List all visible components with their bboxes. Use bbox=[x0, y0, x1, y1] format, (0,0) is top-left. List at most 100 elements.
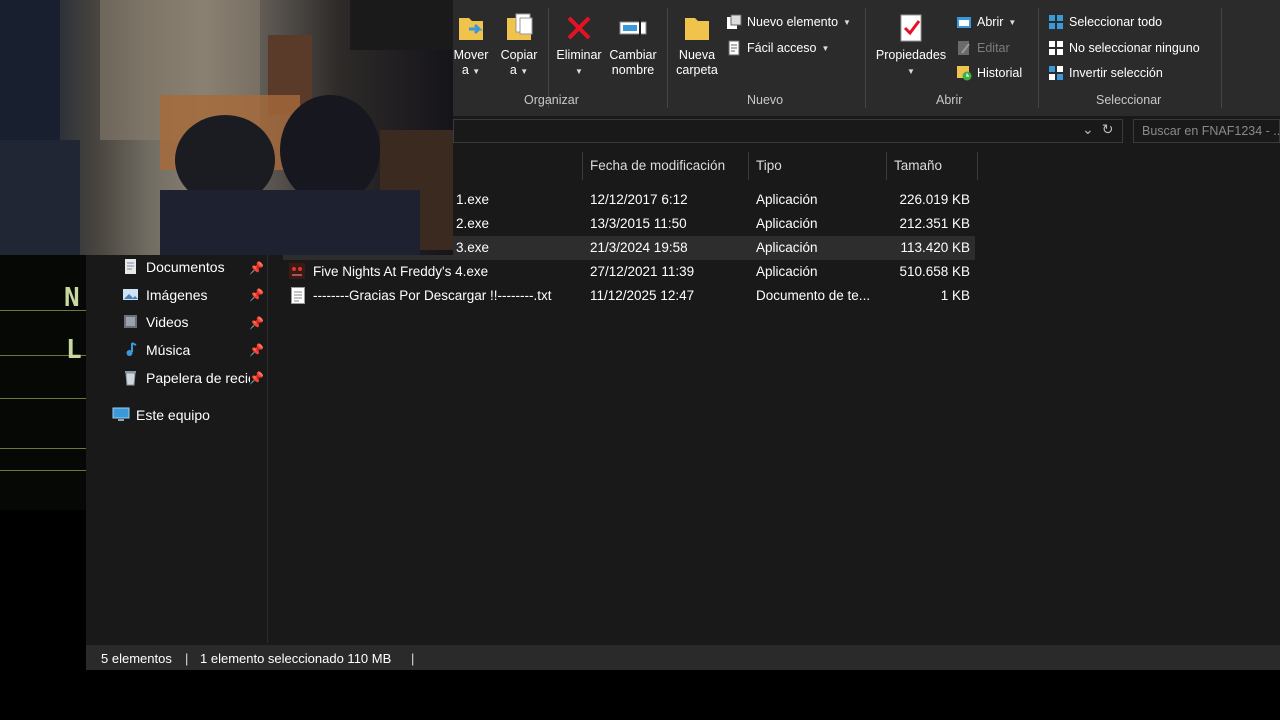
glitch-overlay: N L bbox=[0, 255, 86, 510]
nav-item-este-equipo[interactable]: Este equipo bbox=[112, 406, 210, 423]
select-none-button[interactable]: No seleccionar ninguno bbox=[1048, 39, 1200, 57]
search-input[interactable]: Buscar en FNAF1234 - ... bbox=[1133, 119, 1280, 143]
move-to-button[interactable]: Mover a ▼ bbox=[453, 12, 489, 79]
pin-icon[interactable]: 📌 bbox=[249, 288, 264, 302]
rename-button[interactable]: Cambiar nombre bbox=[606, 12, 660, 78]
properties-button[interactable]: Propiedades ▼ bbox=[872, 12, 950, 79]
chevron-down-icon: ▼ bbox=[472, 67, 481, 76]
pin-icon[interactable]: 📌 bbox=[249, 371, 264, 385]
column-divider bbox=[886, 152, 887, 180]
refresh-icon[interactable]: ↻ bbox=[1102, 121, 1114, 138]
edit-label: Editar bbox=[977, 41, 1010, 55]
column-header-size[interactable]: Tamaño bbox=[894, 158, 942, 173]
videos-icon bbox=[122, 313, 139, 330]
new-folder-icon bbox=[681, 12, 713, 44]
copy-to-label-2: a bbox=[509, 63, 517, 77]
file-size: 226.019 KB bbox=[899, 192, 970, 207]
copy-folder-icon bbox=[503, 12, 535, 44]
divider bbox=[865, 8, 866, 108]
column-header-date[interactable]: Fecha de modificación bbox=[590, 158, 725, 173]
file-date: 21/3/2024 19:58 bbox=[590, 240, 688, 255]
selection-info: 1 elemento seleccionado 110 MB bbox=[200, 651, 392, 666]
delete-label: Eliminar bbox=[556, 48, 602, 62]
new-folder-label: Nueva bbox=[678, 48, 716, 62]
ribbon: Mover a ▼ Copiar a ▼ Eliminar ▼ Cambiar … bbox=[453, 0, 1280, 116]
file-type: Aplicación bbox=[756, 240, 818, 255]
file-type: Aplicación bbox=[756, 264, 818, 279]
chevron-down-icon: ▼ bbox=[843, 17, 851, 27]
select-all-button[interactable]: Seleccionar todo bbox=[1048, 13, 1162, 31]
nav-item-label: Videos bbox=[146, 313, 189, 330]
group-label-organizar: Organizar bbox=[524, 93, 579, 107]
select-none-label: No seleccionar ninguno bbox=[1069, 41, 1200, 55]
pin-icon[interactable]: 📌 bbox=[249, 261, 264, 275]
move-to-label: Mover bbox=[453, 48, 489, 62]
rename-label-2: nombre bbox=[611, 63, 655, 77]
file-size: 1 KB bbox=[940, 288, 970, 303]
column-header-type[interactable]: Tipo bbox=[756, 158, 782, 173]
column-divider bbox=[748, 152, 749, 180]
address-controls: ⌄ ↻ bbox=[1082, 121, 1113, 138]
open-button[interactable]: Abrir ▼ bbox=[956, 13, 1016, 31]
history-icon bbox=[956, 65, 972, 81]
new-item-button[interactable]: Nuevo elemento ▼ bbox=[726, 13, 851, 31]
file-date: 27/12/2021 11:39 bbox=[590, 264, 695, 279]
properties-icon bbox=[895, 12, 927, 44]
file-size: 113.420 KB bbox=[900, 240, 970, 255]
nav-item-label: Imágenes bbox=[146, 286, 208, 303]
open-label: Abrir bbox=[977, 15, 1004, 29]
nav-item-documentos[interactable]: Documentos bbox=[122, 258, 225, 275]
nav-item-label: Papelera de recic bbox=[146, 369, 250, 386]
rename-label: Cambiar bbox=[609, 48, 657, 62]
nav-item-videos[interactable]: Videos bbox=[122, 313, 189, 330]
copy-to-button[interactable]: Copiar a ▼ bbox=[497, 12, 541, 79]
new-item-label: Nuevo elemento bbox=[747, 15, 839, 29]
easy-access-button[interactable]: Fácil acceso ▼ bbox=[726, 39, 829, 57]
divider bbox=[667, 8, 668, 108]
chevron-down-icon: ▼ bbox=[821, 43, 830, 53]
new-folder-button[interactable]: Nueva carpeta bbox=[672, 12, 722, 78]
computer-icon bbox=[112, 406, 130, 423]
pin-icon[interactable]: 📌 bbox=[249, 316, 264, 330]
nav-item-imagenes[interactable]: Imágenes bbox=[122, 286, 207, 303]
chevron-down-icon[interactable]: ⌄ bbox=[1082, 121, 1094, 138]
new-item-icon bbox=[726, 14, 742, 30]
documents-icon bbox=[122, 258, 139, 275]
select-all-icon bbox=[1048, 14, 1064, 30]
music-icon bbox=[122, 341, 139, 358]
pin-icon[interactable]: 📌 bbox=[249, 343, 264, 357]
history-button[interactable]: Historial bbox=[956, 64, 1022, 82]
item-count: 5 elementos bbox=[101, 651, 172, 666]
chevron-down-icon: ▼ bbox=[907, 67, 915, 76]
delete-button[interactable]: Eliminar ▼ bbox=[553, 12, 605, 79]
file-size: 212.351 KB bbox=[899, 216, 970, 231]
address-bar[interactable] bbox=[453, 119, 1123, 143]
new-folder-label-2: carpeta bbox=[676, 63, 718, 77]
file-row[interactable]: Five Nights At Freddy's 4.exe 27/12/2021… bbox=[283, 260, 975, 284]
webcam-overlay bbox=[0, 0, 453, 255]
nav-item-musica[interactable]: Música bbox=[122, 341, 190, 358]
open-icon bbox=[956, 14, 972, 30]
file-name: 2.exe bbox=[456, 216, 490, 231]
easy-access-label: Fácil acceso bbox=[747, 41, 817, 55]
chevron-down-icon: ▼ bbox=[575, 67, 583, 76]
nav-item-label: Música bbox=[146, 341, 191, 358]
group-label-nuevo: Nuevo bbox=[747, 93, 784, 107]
status-bar: 5 elementos | 1 elemento seleccionado 11… bbox=[86, 645, 1280, 670]
file-name: 3.exe bbox=[456, 240, 490, 255]
delete-icon bbox=[563, 12, 595, 44]
status-separator: | bbox=[411, 651, 415, 666]
divider bbox=[1221, 8, 1222, 108]
edit-button[interactable]: Editar bbox=[956, 39, 1010, 57]
nav-item-papelera[interactable]: Papelera de recic bbox=[122, 369, 250, 386]
column-divider bbox=[977, 152, 978, 180]
move-to-label-2: a bbox=[461, 63, 469, 77]
file-row[interactable]: --------Gracias Por Descargar !!--------… bbox=[283, 284, 975, 308]
invert-selection-label: Invertir selección bbox=[1069, 66, 1163, 80]
file-name: Five Nights At Freddy's 4.exe bbox=[313, 264, 489, 279]
file-type: Documento de te... bbox=[756, 288, 871, 303]
file-type: Aplicación bbox=[756, 192, 818, 207]
move-folder-icon bbox=[455, 12, 487, 44]
divider bbox=[1038, 8, 1039, 108]
invert-selection-button[interactable]: Invertir selección bbox=[1048, 64, 1163, 82]
